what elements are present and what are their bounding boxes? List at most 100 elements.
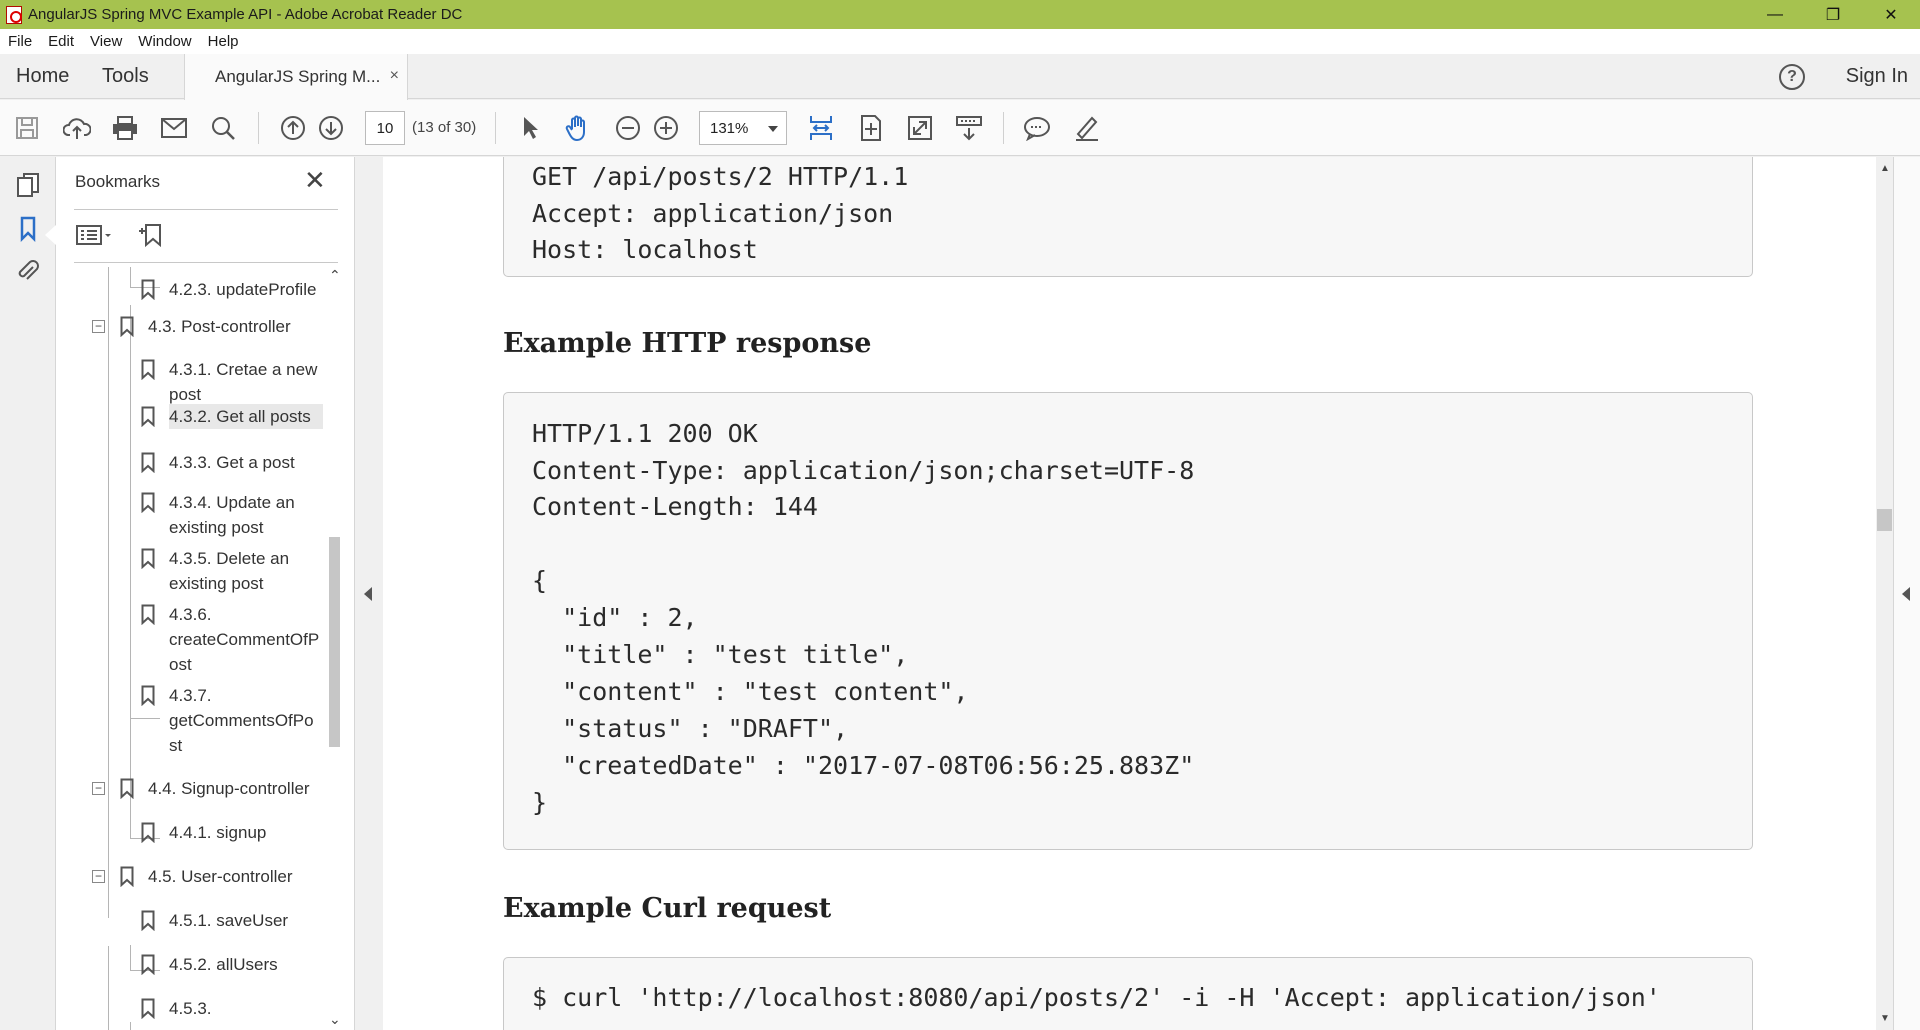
bookmark-item-selected[interactable]: 4.3.2. Get all posts	[141, 404, 323, 429]
menu-edit[interactable]: Edit	[40, 33, 82, 50]
bookmark-options-icon[interactable]	[76, 221, 114, 249]
close-panel-icon[interactable]: ✕	[304, 167, 326, 193]
scroll-up-icon[interactable]: ⌃	[329, 267, 341, 284]
scrollbar-thumb[interactable]	[329, 537, 340, 747]
close-tab-icon[interactable]: ×	[390, 67, 399, 85]
bookmarks-scrollbar[interactable]: ⌃ ⌄	[326, 267, 343, 1030]
bookmark-item[interactable]: 4.5. User-controller	[120, 864, 293, 889]
scrolling-mode-icon[interactable]	[807, 114, 835, 142]
scroll-down-icon[interactable]: ⌄	[329, 1011, 341, 1028]
print-icon[interactable]	[111, 114, 139, 142]
fit-page-icon[interactable]	[857, 114, 885, 142]
email-icon[interactable]	[160, 114, 188, 142]
previous-page-icon[interactable]	[279, 114, 307, 142]
collapse-toggle[interactable]: −	[92, 782, 105, 795]
right-pane-strip[interactable]	[1893, 157, 1920, 1030]
zoom-out-icon[interactable]	[614, 114, 642, 142]
full-screen-icon[interactable]	[906, 114, 934, 142]
bookmark-item[interactable]: 4.5.2. allUsers	[141, 952, 278, 977]
bookmarks-icon[interactable]	[14, 215, 42, 243]
collapse-toggle[interactable]: −	[92, 320, 105, 333]
page-thumbnails-icon[interactable]	[14, 171, 42, 199]
bookmark-item[interactable]: 4.3.5. Delete an existing post	[141, 546, 289, 596]
bookmark-item[interactable]: 4.4. Signup-controller	[120, 776, 310, 801]
bookmark-label: 4.5. User-controller	[148, 867, 293, 886]
bookmark-icon	[120, 866, 134, 887]
toolbar: 10 (13 of 30) 131%	[0, 100, 1920, 156]
scroll-up-icon[interactable]: ▲	[1880, 163, 1890, 174]
comment-icon[interactable]	[1023, 114, 1051, 142]
menu-help[interactable]: Help	[200, 33, 247, 50]
upload-cloud-icon[interactable]	[63, 114, 91, 142]
scrollbar-thumb[interactable]	[1877, 509, 1892, 531]
hand-tool-icon[interactable]	[564, 114, 592, 142]
code-block-curl: $ curl 'http://localhost:8080/api/posts/…	[503, 957, 1753, 1030]
bookmark-item[interactable]: 4.3.7. getCommentsOfPo st	[141, 683, 314, 758]
tree-line	[108, 946, 109, 1030]
search-icon[interactable]	[209, 114, 237, 142]
menu-file[interactable]: File	[0, 33, 40, 50]
attachments-icon[interactable]	[14, 257, 42, 285]
bookmark-icon	[141, 685, 155, 706]
bookmark-icon	[141, 822, 155, 843]
select-cursor-icon[interactable]	[516, 114, 544, 142]
document-scrollbar[interactable]: ▲ ▼	[1876, 157, 1893, 1030]
code-line: Host: localhost	[532, 235, 758, 264]
bookmark-icon	[141, 279, 155, 300]
bookmark-label: 4.4.1. signup	[169, 823, 267, 842]
bookmark-item[interactable]: 4.3. Post-controller	[120, 314, 291, 339]
bookmark-item[interactable]: 4.4.1. signup	[141, 820, 266, 845]
next-page-icon[interactable]	[317, 114, 345, 142]
bookmark-label: 4.3.6. createCommentOfP ost	[169, 605, 320, 674]
page-number-input[interactable]: 10	[365, 111, 405, 145]
tab-tools[interactable]: Tools	[102, 54, 149, 99]
panel-divider	[74, 262, 338, 263]
section-heading: Example HTTP response	[503, 328, 872, 359]
scroll-down-icon[interactable]: ▼	[1880, 1013, 1890, 1024]
bookmark-label: 4.3. Post-controller	[148, 317, 291, 336]
tab-home[interactable]: Home	[16, 54, 69, 99]
bookmark-item[interactable]: 4.3.1. Cretae a new post	[141, 357, 317, 407]
bookmark-label: 4.3.4. Update an existing post	[169, 493, 295, 537]
bookmark-item[interactable]: 4.2.3. updateProfile	[141, 277, 316, 302]
collapse-toggle[interactable]: −	[92, 870, 105, 883]
expand-right-pane-icon[interactable]	[1902, 587, 1910, 601]
read-mode-icon[interactable]	[955, 114, 983, 142]
bookmark-icon	[141, 452, 155, 473]
toolbar-separator	[495, 112, 496, 144]
tree-line	[130, 710, 131, 838]
bookmark-item[interactable]: 4.3.6. createCommentOfP ost	[141, 602, 319, 677]
document-tab-label: AngularJS Spring M...	[215, 67, 381, 86]
bookmark-label: 4.3.2. Get all posts	[169, 404, 323, 429]
document-viewport[interactable]: GET /api/posts/2 HTTP/1.1 Accept: applic…	[383, 157, 1876, 1030]
tree-line	[108, 267, 109, 918]
bookmark-item[interactable]: 4.5.3.	[141, 996, 212, 1021]
code-line: Content-Length: 144	[532, 492, 818, 521]
zoom-level-select[interactable]: 131%	[699, 111, 787, 145]
toolbar-separator	[1003, 112, 1004, 144]
new-bookmark-icon[interactable]	[136, 221, 168, 249]
menu-view[interactable]: View	[82, 33, 130, 50]
restore-button[interactable]: ❐	[1804, 0, 1862, 29]
bookmark-tree: 4.2.3. updateProfile − 4.3. Post-control…	[56, 267, 326, 1030]
collapse-panel-strip[interactable]	[355, 157, 383, 1030]
code-line: }	[532, 788, 548, 817]
collapse-left-icon[interactable]	[364, 587, 372, 601]
minimize-button[interactable]: —	[1746, 0, 1804, 29]
toolbar-separator	[258, 112, 259, 144]
bookmark-item[interactable]: 4.5.1. saveUser	[141, 908, 288, 933]
bookmark-item[interactable]: 4.3.3. Get a post	[141, 450, 295, 475]
bookmark-icon	[120, 316, 134, 337]
close-window-button[interactable]: ✕	[1862, 0, 1920, 29]
code-line: {	[532, 566, 548, 595]
code-line: Accept: application/json	[532, 199, 894, 228]
panel-divider	[74, 209, 338, 210]
sign-in-button[interactable]: Sign In	[1846, 65, 1908, 88]
help-icon[interactable]: ?	[1779, 64, 1805, 90]
highlight-pen-icon[interactable]	[1072, 114, 1100, 142]
tab-document[interactable]: AngularJS Spring M... ×	[184, 54, 408, 100]
save-icon[interactable]	[13, 114, 41, 142]
bookmark-item[interactable]: 4.3.4. Update an existing post	[141, 490, 295, 540]
menu-window[interactable]: Window	[130, 33, 199, 50]
zoom-in-icon[interactable]	[652, 114, 680, 142]
